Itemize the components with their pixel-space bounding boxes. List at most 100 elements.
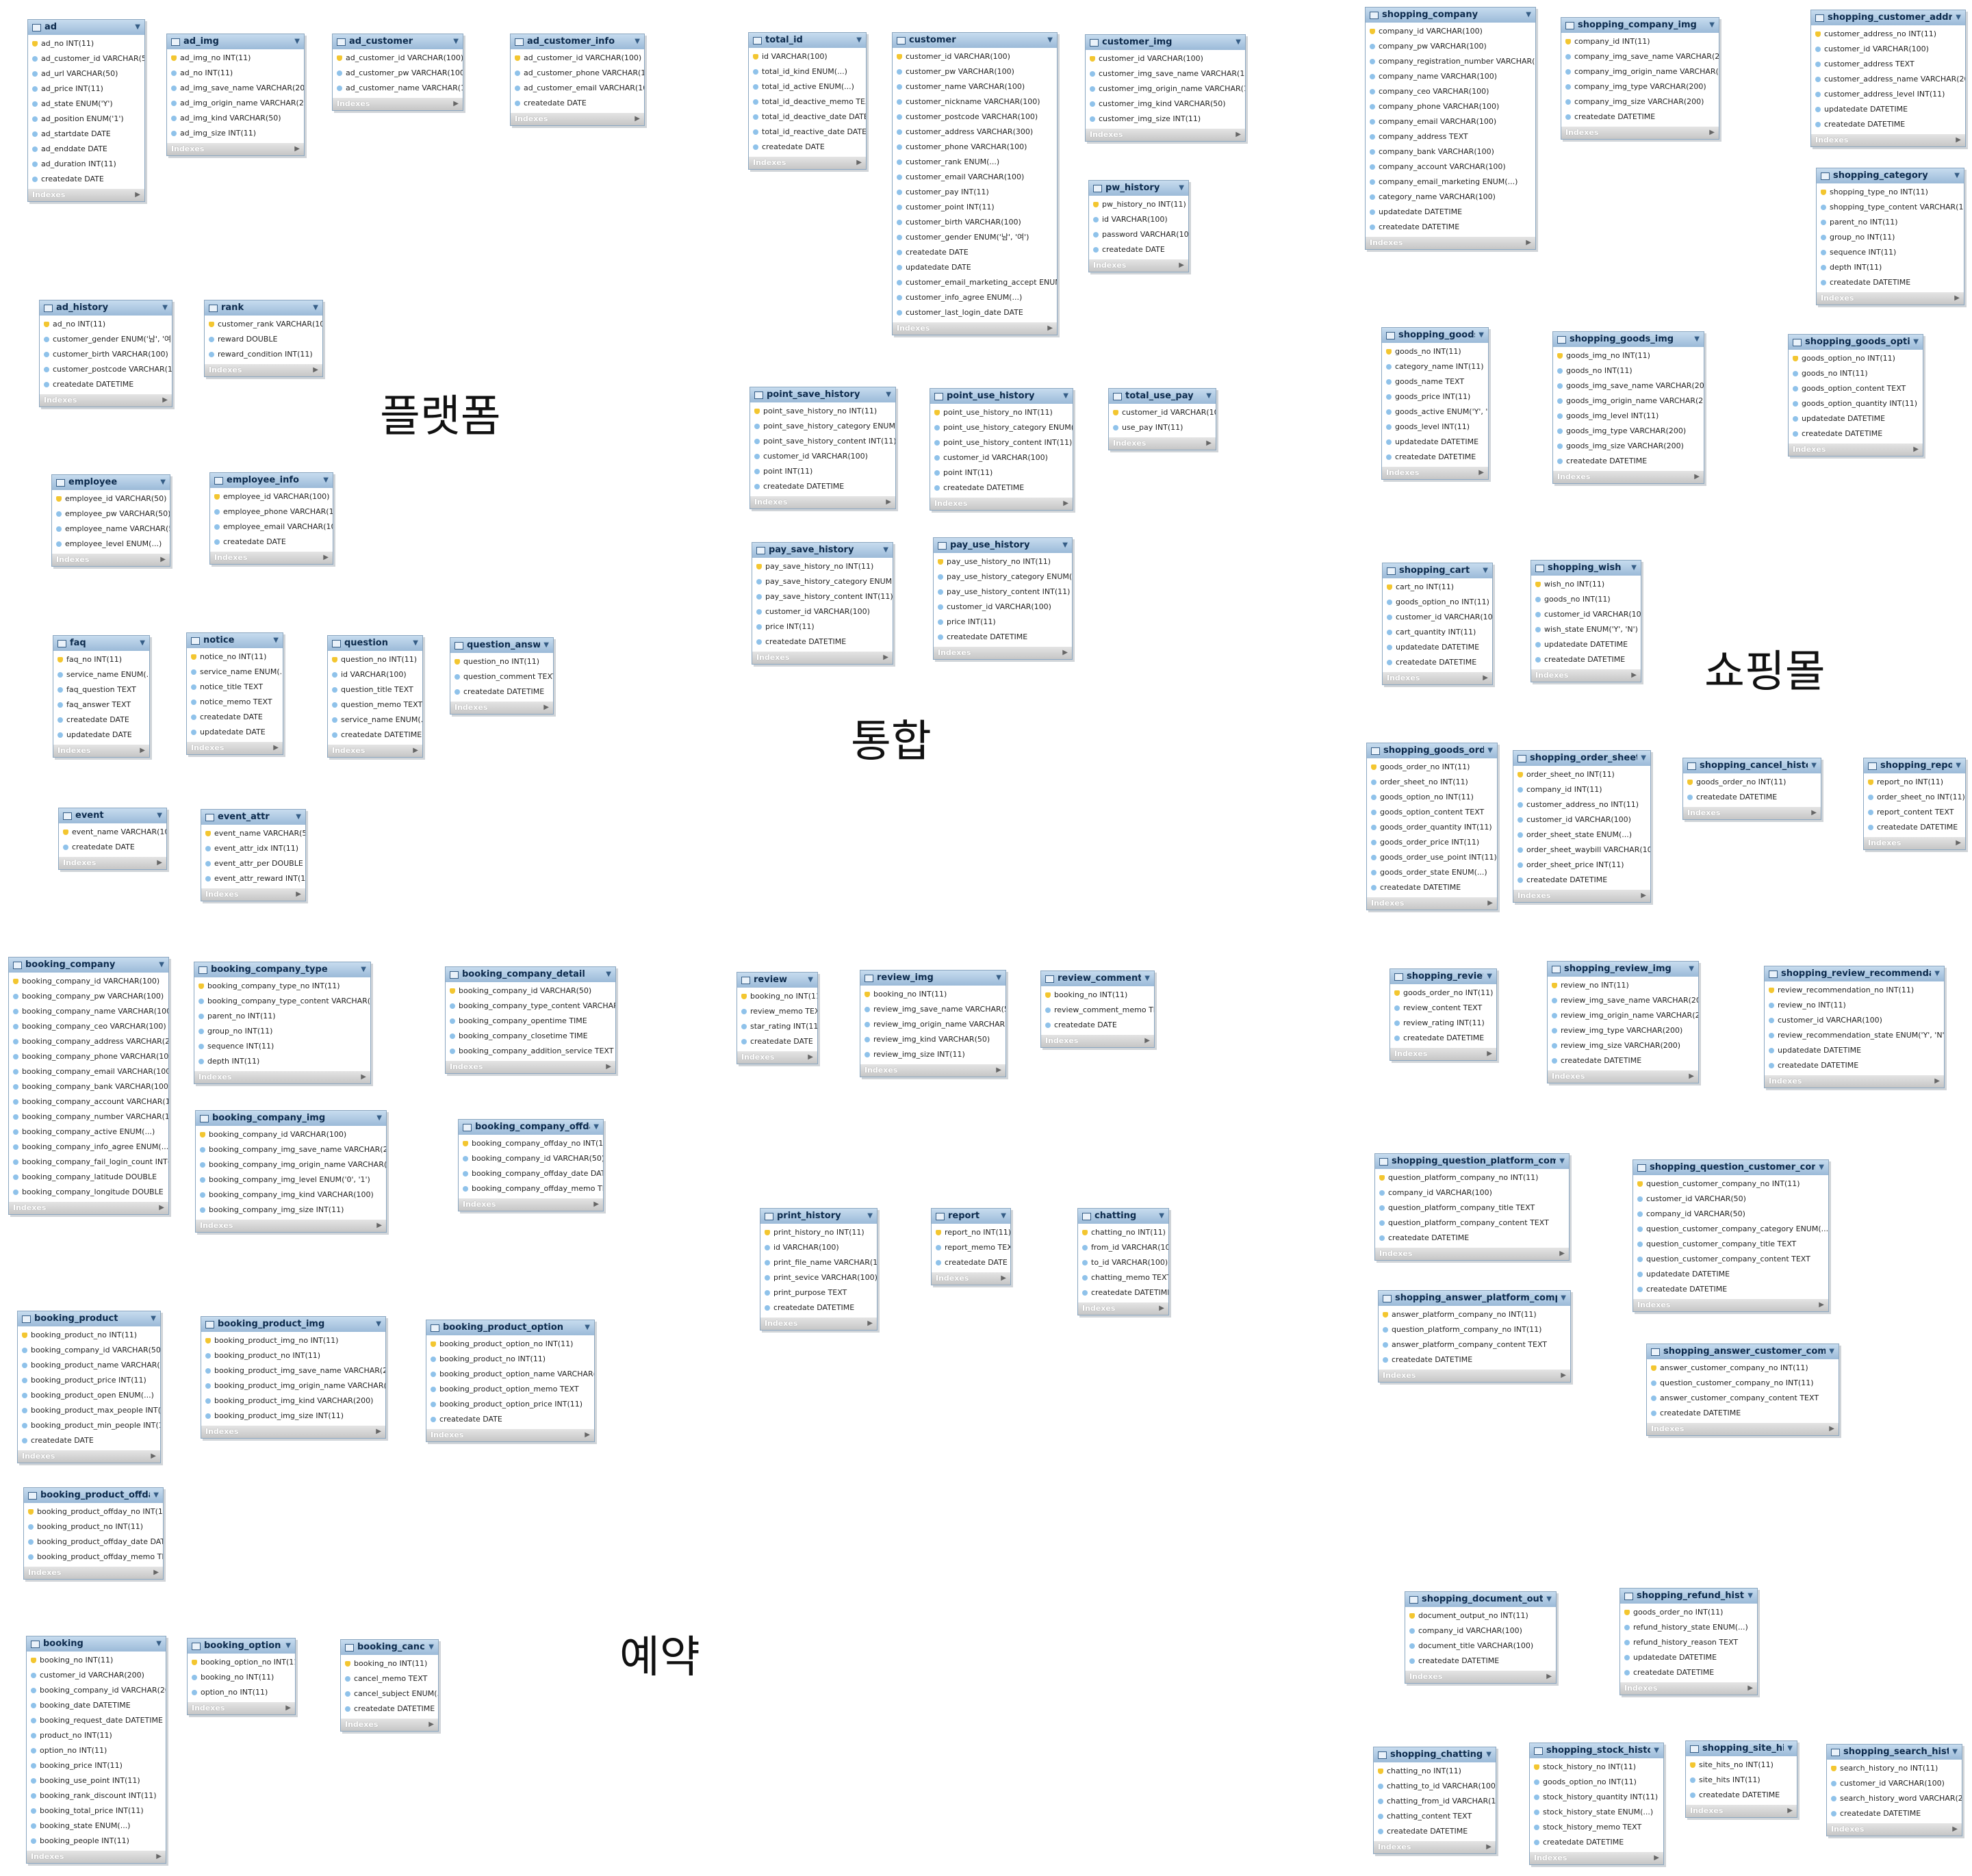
column-row[interactable]: event_attr_idx INT(11) <box>201 841 305 856</box>
indexes-bar[interactable]: Indexes ▶ <box>328 745 422 757</box>
column-row[interactable]: createdate DATE <box>53 712 149 728</box>
column-row[interactable]: goods_order_use_point INT(11) <box>1367 850 1497 865</box>
expand-triangle-icon[interactable]: ▶ <box>1483 672 1488 684</box>
indexes-bar[interactable]: Indexes ▶ <box>1382 467 1488 479</box>
column-row[interactable]: customer_pay INT(11) <box>893 185 1057 200</box>
column-row[interactable]: report_no INT(11) <box>1864 775 1965 790</box>
table-shopping-search-history[interactable]: shopping_search_history▼search_history_n… <box>1826 1744 1962 1836</box>
column-row[interactable]: ad_img_save_name VARCHAR(200) <box>167 81 304 96</box>
expand-triangle-icon[interactable]: ▶ <box>1206 437 1212 450</box>
table-booking-company-img[interactable]: booking_company_img ▼ booking_company_id V… <box>195 1110 387 1233</box>
column-row[interactable]: createdate DATETIME <box>1390 1031 1496 1046</box>
column-row[interactable]: service_name ENUM(...) <box>328 712 422 728</box>
chevron-down-icon[interactable]: ▼ <box>1811 758 1817 773</box>
column-row[interactable]: category_name VARCHAR(100) <box>1366 190 1535 205</box>
table-header[interactable]: booking_product_option ▼ <box>426 1320 594 1335</box>
chevron-down-icon[interactable]: ▼ <box>1694 332 1700 347</box>
table-shopping-site-hits[interactable]: shopping_site_hits▼site_hits_no INT(11)s… <box>1685 1740 1797 1818</box>
chevron-down-icon[interactable]: ▼ <box>1062 538 1068 553</box>
chevron-down-icon[interactable]: ▼ <box>1952 1745 1958 1760</box>
column-row[interactable]: shopping_type_content VARCHAR(100) <box>1817 200 1964 215</box>
column-row[interactable]: customer_birth VARCHAR(100) <box>893 215 1057 230</box>
column-row[interactable]: goods_no INT(11) <box>1382 344 1488 359</box>
indexes-bar[interactable]: Indexes ▶ <box>333 98 463 110</box>
chevron-down-icon[interactable]: ▼ <box>1787 1741 1793 1756</box>
column-row[interactable]: createdate DATE <box>59 840 166 855</box>
table-header[interactable]: booking_company_offday ▼ <box>459 1120 603 1135</box>
expand-triangle-icon[interactable]: ▶ <box>1159 1302 1164 1315</box>
column-row[interactable]: order_sheet_no INT(11) <box>1513 767 1650 782</box>
table-event[interactable]: event▼event_name VARCHAR(100)createdate … <box>58 808 167 870</box>
indexes-bar[interactable]: Indexes ▶ <box>1530 1852 1663 1864</box>
indexes-bar[interactable]: Indexes ▶ <box>446 1061 615 1073</box>
table-header[interactable]: shopping_answer_platform_company▼ <box>1379 1291 1570 1306</box>
column-row[interactable]: customer_id VARCHAR(100) <box>752 604 893 619</box>
indexes-bar[interactable]: Indexes ▶ <box>40 394 172 407</box>
expand-triangle-icon[interactable]: ▶ <box>886 496 891 509</box>
indexes-bar[interactable]: Indexes ▶ <box>750 496 895 509</box>
chevron-down-icon[interactable]: ▼ <box>1641 751 1646 766</box>
column-row[interactable]: ad_customer_id VARCHAR(100) <box>333 51 463 66</box>
indexes-bar[interactable]: Indexes ▶ <box>1089 259 1188 272</box>
column-row[interactable]: print_sevice VARCHAR(100) <box>760 1270 877 1285</box>
chevron-down-icon[interactable]: ▼ <box>453 34 459 49</box>
column-row[interactable]: question_no INT(11) <box>450 654 553 669</box>
table-shopping-answer-platform-company[interactable]: shopping_answer_platform_company▼answer_… <box>1378 1290 1571 1383</box>
column-row[interactable]: createdate DATETIME <box>1375 1231 1569 1246</box>
column-row[interactable]: goods_order_price INT(11) <box>1367 835 1497 850</box>
chevron-down-icon[interactable]: ▼ <box>1747 1589 1753 1604</box>
chevron-down-icon[interactable]: ▼ <box>413 636 418 651</box>
chevron-down-icon[interactable]: ▼ <box>1956 10 1961 25</box>
column-row[interactable]: group_no INT(11) <box>194 1024 370 1039</box>
column-row[interactable]: report_no INT(11) <box>932 1225 1010 1240</box>
column-row[interactable]: chatting_to_id VARCHAR(100) <box>1374 1779 1496 1794</box>
column-row[interactable]: company_img_type VARCHAR(200) <box>1561 79 1719 94</box>
table-header[interactable]: shopping_search_history▼ <box>1827 1745 1962 1760</box>
indexes-bar[interactable]: Indexes ▶ <box>1817 292 1964 305</box>
indexes-bar[interactable]: Indexes ▶ <box>188 1702 295 1714</box>
column-row[interactable]: goods_order_no INT(11) <box>1620 1605 1757 1620</box>
chevron-down-icon[interactable]: ▼ <box>376 1111 382 1126</box>
column-row[interactable]: createdate DATETIME <box>1789 426 1923 441</box>
table-header[interactable]: shopping_customer_address▼ <box>1811 10 1965 25</box>
table-header[interactable]: total_use_pay ▼ <box>1109 389 1216 404</box>
column-row[interactable]: cart_quantity INT(11) <box>1383 625 1492 640</box>
chevron-down-icon[interactable]: ▼ <box>996 971 1001 986</box>
column-row[interactable]: review_comment_memo TEXT <box>1041 1003 1154 1018</box>
chevron-down-icon[interactable]: ▼ <box>1206 389 1212 404</box>
column-row[interactable]: order_sheet_no INT(11) <box>1864 790 1965 805</box>
column-row[interactable]: customer_img_origin_name VARCHAR(100) <box>1086 81 1245 97</box>
expand-triangle-icon[interactable]: ▶ <box>1952 1823 1958 1836</box>
table-rank[interactable]: rank ▼ customer_rank VARCHAR(100) reward DO… <box>204 300 323 377</box>
expand-triangle-icon[interactable]: ▶ <box>635 113 640 125</box>
indexes-bar[interactable]: Indexes ▶ <box>1086 129 1245 141</box>
table-shopping-report[interactable]: shopping_report▼report_no INT(11)order_s… <box>1863 758 1966 850</box>
table-shopping-cart[interactable]: shopping_cart ▼ cart_no INT(11) goods_optio… <box>1382 563 1493 685</box>
column-row[interactable]: updatedate DATE <box>187 725 283 740</box>
column-row[interactable]: review_img_type VARCHAR(200) <box>1548 1023 1698 1038</box>
column-row[interactable]: booking_no INT(11) <box>860 987 1006 1002</box>
column-row[interactable]: chatting_no INT(11) <box>1078 1225 1168 1240</box>
column-row[interactable]: createdate DATETIME <box>1548 1053 1698 1068</box>
column-row[interactable]: point INT(11) <box>750 464 895 479</box>
chevron-down-icon[interactable]: ▼ <box>1956 758 1961 773</box>
column-row[interactable]: question_platform_company_no INT(11) <box>1379 1322 1570 1337</box>
column-row[interactable]: answer_customer_company_no INT(11) <box>1647 1361 1839 1376</box>
column-row[interactable]: star_rating INT(11) <box>737 1019 817 1034</box>
table-header[interactable]: question ▼ <box>328 636 422 651</box>
chevron-down-icon[interactable]: ▼ <box>1913 335 1919 350</box>
expand-triangle-icon[interactable]: ▶ <box>1956 134 1961 146</box>
column-row[interactable]: createdate DATETIME <box>1531 652 1641 667</box>
column-row[interactable]: createdate DATE <box>18 1433 160 1448</box>
column-row[interactable]: event_attr_reward INT(11) <box>201 871 305 886</box>
expand-triangle-icon[interactable]: ▶ <box>376 1426 381 1438</box>
chevron-down-icon[interactable]: ▼ <box>285 1639 291 1654</box>
indexes-bar[interactable]: Indexes ▶ <box>1553 471 1704 483</box>
column-row[interactable]: ad_customer_phone VARCHAR(100) <box>511 66 644 81</box>
chevron-down-icon[interactable]: ▼ <box>135 20 140 35</box>
column-row[interactable]: ad_customer_pw VARCHAR(100) <box>333 66 463 81</box>
column-row[interactable]: goods_order_no INT(11) <box>1367 760 1497 775</box>
column-row[interactable]: site_hits INT(11) <box>1686 1773 1797 1788</box>
table-shopping-stock-history[interactable]: shopping_stock_history▼stock_history_no … <box>1529 1743 1664 1865</box>
expand-triangle-icon[interactable]: ▶ <box>1526 237 1531 249</box>
